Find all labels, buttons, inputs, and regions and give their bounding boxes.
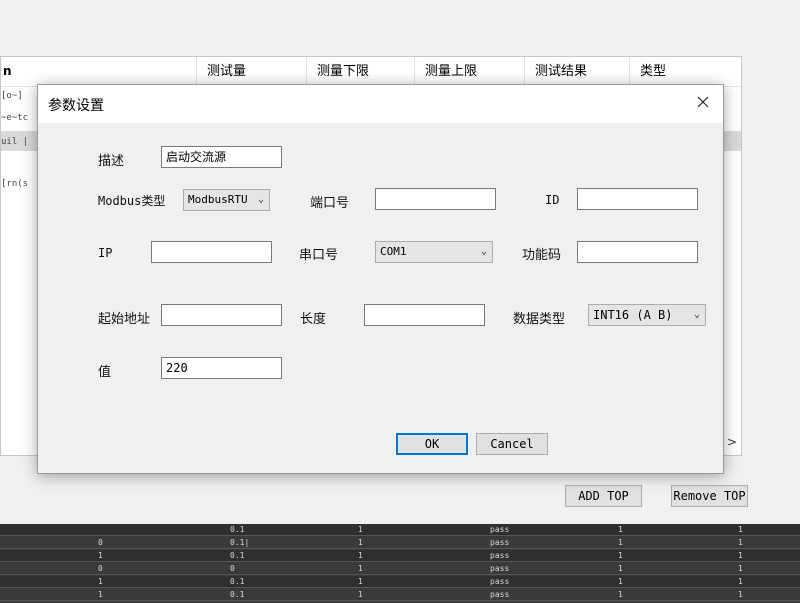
left-fragment-2: ~e~tc (1, 113, 29, 123)
id-label: ID (545, 193, 560, 207)
background-toolbar (0, 0, 800, 56)
column-header-test-result[interactable]: 测试结果 (524, 57, 629, 87)
value-label: 值 (98, 365, 112, 380)
grid-row[interactable]: 1 0.1 1 pass 1 1 (0, 576, 800, 588)
grid-cell: pass (490, 538, 510, 547)
grid-cell: 1 (738, 538, 743, 547)
description-label: 描述 (98, 154, 125, 169)
cancel-button[interactable]: Cancel (476, 433, 548, 455)
close-icon[interactable] (693, 92, 713, 112)
grid-cell: 1 (618, 538, 623, 547)
id-input[interactable] (577, 188, 698, 210)
grid-cell: 1 (358, 525, 363, 534)
grid-cell: 1 (98, 551, 103, 560)
grid-cell: 1 (618, 551, 623, 560)
modbus-type-value: ModbusRTU (188, 193, 248, 206)
function-code-input[interactable] (577, 241, 698, 263)
grid-cell: pass (490, 564, 510, 573)
grid-cell: pass (490, 551, 510, 560)
grid-cell: pass (490, 525, 510, 534)
table-header: n 测试量 测量下限 测量上限 测试结果 类型 (1, 57, 741, 87)
grid-cell: 1 (618, 577, 623, 586)
function-code-label: 功能码 (522, 248, 562, 263)
column-header-upper-limit[interactable]: 测量上限 (414, 57, 524, 87)
scroll-right-arrow[interactable]: > (727, 435, 737, 449)
grid-row[interactable]: 1 0.1 1 pass 1 1 (0, 550, 800, 562)
serial-port-value: COM1 (380, 245, 407, 258)
dialog-title: 参数设置 (48, 98, 104, 114)
grid-cell: 1 (738, 551, 743, 560)
start-address-input[interactable] (161, 304, 282, 326)
modbus-type-select[interactable]: ModbusRTU ⌄ (183, 189, 270, 211)
serial-port-select[interactable]: COM1 ⌄ (375, 241, 493, 263)
table-header-first-col: n (3, 64, 12, 78)
port-number-input[interactable] (375, 188, 496, 210)
grid-cell: 1 (358, 551, 363, 560)
grid-cell: 1 (618, 525, 623, 534)
grid-cell: 1 (618, 564, 623, 573)
description-input[interactable]: 启动交流源 (161, 146, 282, 168)
grid-cell: 0.1 (230, 525, 245, 534)
chevron-down-icon: ⌄ (480, 246, 487, 257)
length-label: 长度 (300, 312, 327, 327)
grid-cell: 1 (738, 564, 743, 573)
grid-cell: 1 (358, 577, 363, 586)
serial-port-label: 串口号 (299, 248, 339, 263)
modbus-type-label: Modbus类型 (98, 194, 166, 208)
column-header-test-quantity[interactable]: 测试量 (196, 57, 306, 87)
left-fragment-1: [o~] (1, 91, 23, 101)
grid-cell: 1 (618, 590, 623, 599)
grid-cell: 0.1 (230, 551, 245, 560)
port-number-label: 端口号 (310, 196, 350, 211)
remove-top-button[interactable]: Remove TOP (671, 485, 748, 507)
grid-cell: 1 (738, 577, 743, 586)
grid-cell: 1 (358, 590, 363, 599)
length-input[interactable] (364, 304, 485, 326)
grid-cell: pass (490, 590, 510, 599)
parameter-settings-dialog: 参数设置 描述 启动交流源 Modbus类型 ModbusRTU ⌄ 端口号 I… (37, 84, 724, 474)
grid-cell: 1 (98, 577, 103, 586)
data-type-value: INT16 (A B) (593, 308, 673, 322)
value-input[interactable]: 220 (161, 357, 282, 379)
ip-label: IP (98, 246, 113, 260)
grid-cell: 1 (358, 538, 363, 547)
data-type-select[interactable]: INT16 (A B) ⌄ (588, 304, 706, 326)
grid-cell: pass (490, 577, 510, 586)
column-header-lower-limit[interactable]: 测量下限 (306, 57, 414, 87)
grid-cell: 0 (230, 564, 235, 573)
grid-cell: 0.1 (230, 577, 245, 586)
grid-row[interactable]: 0 0.1| 1 pass 1 1 (0, 537, 800, 549)
ok-button[interactable]: OK (396, 433, 468, 455)
dialog-titlebar: 参数设置 (38, 85, 723, 123)
left-fragment-4: [rn(s (1, 179, 29, 189)
data-grid: 0.1 1 pass 1 1 0 0.1| 1 pass 1 1 1 0.1 1 pass 1 1 0 0 1 pass… (0, 524, 800, 603)
left-fragment-3: uil | (1, 137, 29, 147)
grid-cell: 0 (98, 538, 103, 547)
chevron-down-icon: ⌄ (693, 309, 700, 320)
add-top-button[interactable]: ADD TOP (565, 485, 642, 507)
start-address-label: 起始地址 (98, 312, 151, 327)
chevron-down-icon: ⌄ (257, 194, 264, 205)
grid-cell: 1 (98, 590, 103, 599)
grid-cell: 1 (738, 590, 743, 599)
grid-cell: 1 (738, 525, 743, 534)
grid-row[interactable]: 0.1 1 pass 1 1 (0, 524, 800, 536)
grid-cell: 1 (358, 564, 363, 573)
grid-row[interactable]: 1 0.1 1 pass 1 1 (0, 589, 800, 601)
grid-cell: 0 (98, 564, 103, 573)
grid-row[interactable]: 0 0 1 pass 1 1 (0, 563, 800, 575)
column-header-type[interactable]: 类型 (629, 57, 741, 87)
grid-cell: 0.1 (230, 590, 245, 599)
ip-input[interactable] (151, 241, 272, 263)
grid-cell: 0.1| (230, 538, 250, 547)
data-type-label: 数据类型 (513, 312, 566, 327)
